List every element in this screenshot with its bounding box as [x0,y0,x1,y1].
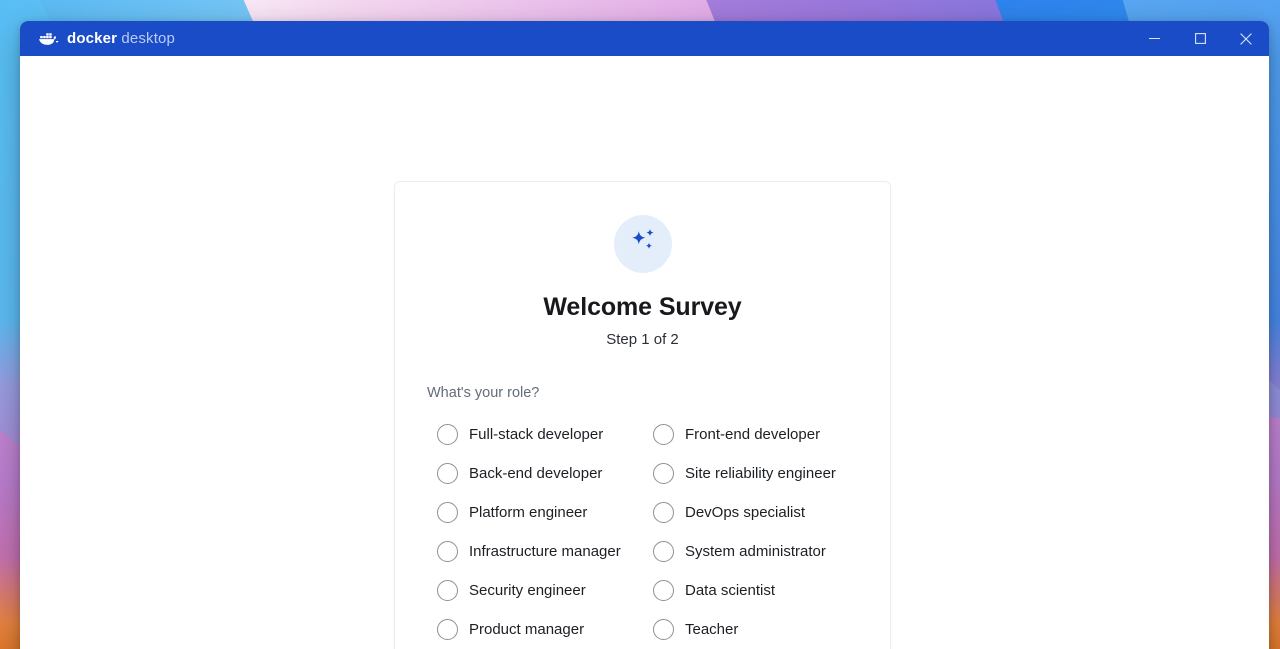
role-option-teacher[interactable]: Teacher [641,610,860,649]
brand-desktop: desktop [121,30,176,47]
close-icon [1240,32,1252,45]
role-option-label: Teacher [685,621,739,638]
role-option-data-scientist[interactable]: Data scientist [641,571,860,610]
radio-icon [653,424,674,445]
role-option-product-manager[interactable]: Product manager [425,610,641,649]
survey-header: Welcome Survey Step 1 of 2 [425,215,860,348]
role-option-back-end-developer[interactable]: Back-end developer [425,454,641,493]
radio-icon [437,424,458,445]
sparkles-icon [626,225,660,264]
maximize-icon [1194,33,1206,44]
role-option-infrastructure-manager[interactable]: Infrastructure manager [425,532,641,571]
role-option-front-end-developer[interactable]: Front-end developer [641,415,860,454]
role-option-label: Security engineer [469,582,586,599]
role-options-grid: Full-stack developer Front-end developer… [425,415,860,649]
app-brand: docker desktop [20,21,175,56]
desktop-background: docker desktop Welcome Survey Step 1 of … [0,0,1280,649]
role-option-label: Back-end developer [469,465,603,482]
close-button[interactable] [1223,21,1269,56]
window-content: Welcome Survey Step 1 of 2 What's your r… [20,56,1269,649]
role-option-site-reliability-engineer[interactable]: Site reliability engineer [641,454,860,493]
sparkles-icon-badge [613,215,672,273]
role-option-label: Data scientist [685,582,776,599]
minimize-button[interactable] [1131,21,1177,56]
step-indicator: Step 1 of 2 [606,331,679,348]
app-title: docker desktop [67,30,175,47]
question-label: What's your role? [427,385,540,401]
role-option-label: Site reliability engineer [685,465,836,482]
radio-icon [437,580,458,601]
role-option-devops-specialist[interactable]: DevOps specialist [641,493,860,532]
role-option-security-engineer[interactable]: Security engineer [425,571,641,610]
radio-icon [437,463,458,484]
role-option-system-administrator[interactable]: System administrator [641,532,860,571]
minimize-icon [1148,33,1160,44]
role-option-label: System administrator [685,543,826,560]
role-option-label: Product manager [469,621,585,638]
radio-icon [437,619,458,640]
maximize-button[interactable] [1177,21,1223,56]
role-option-label: Front-end developer [685,426,821,443]
radio-icon [653,619,674,640]
role-option-label: Infrastructure manager [469,543,621,560]
radio-icon [653,463,674,484]
docker-desktop-window: docker desktop Welcome Survey Step 1 of … [20,21,1269,649]
window-controls [1131,21,1269,56]
role-option-full-stack-developer[interactable]: Full-stack developer [425,415,641,454]
role-option-label: Full-stack developer [469,426,604,443]
radio-icon [437,502,458,523]
page-title: Welcome Survey [543,293,742,321]
brand-docker: docker [67,30,118,47]
docker-whale-icon [38,31,60,47]
radio-icon [653,541,674,562]
role-option-platform-engineer[interactable]: Platform engineer [425,493,641,532]
window-titlebar[interactable]: docker desktop [20,21,1269,56]
radio-icon [653,502,674,523]
radio-icon [653,580,674,601]
role-option-label: Platform engineer [469,504,588,521]
radio-icon [437,541,458,562]
role-option-label: DevOps specialist [685,504,806,521]
welcome-survey-card: Welcome Survey Step 1 of 2 What's your r… [394,181,891,649]
